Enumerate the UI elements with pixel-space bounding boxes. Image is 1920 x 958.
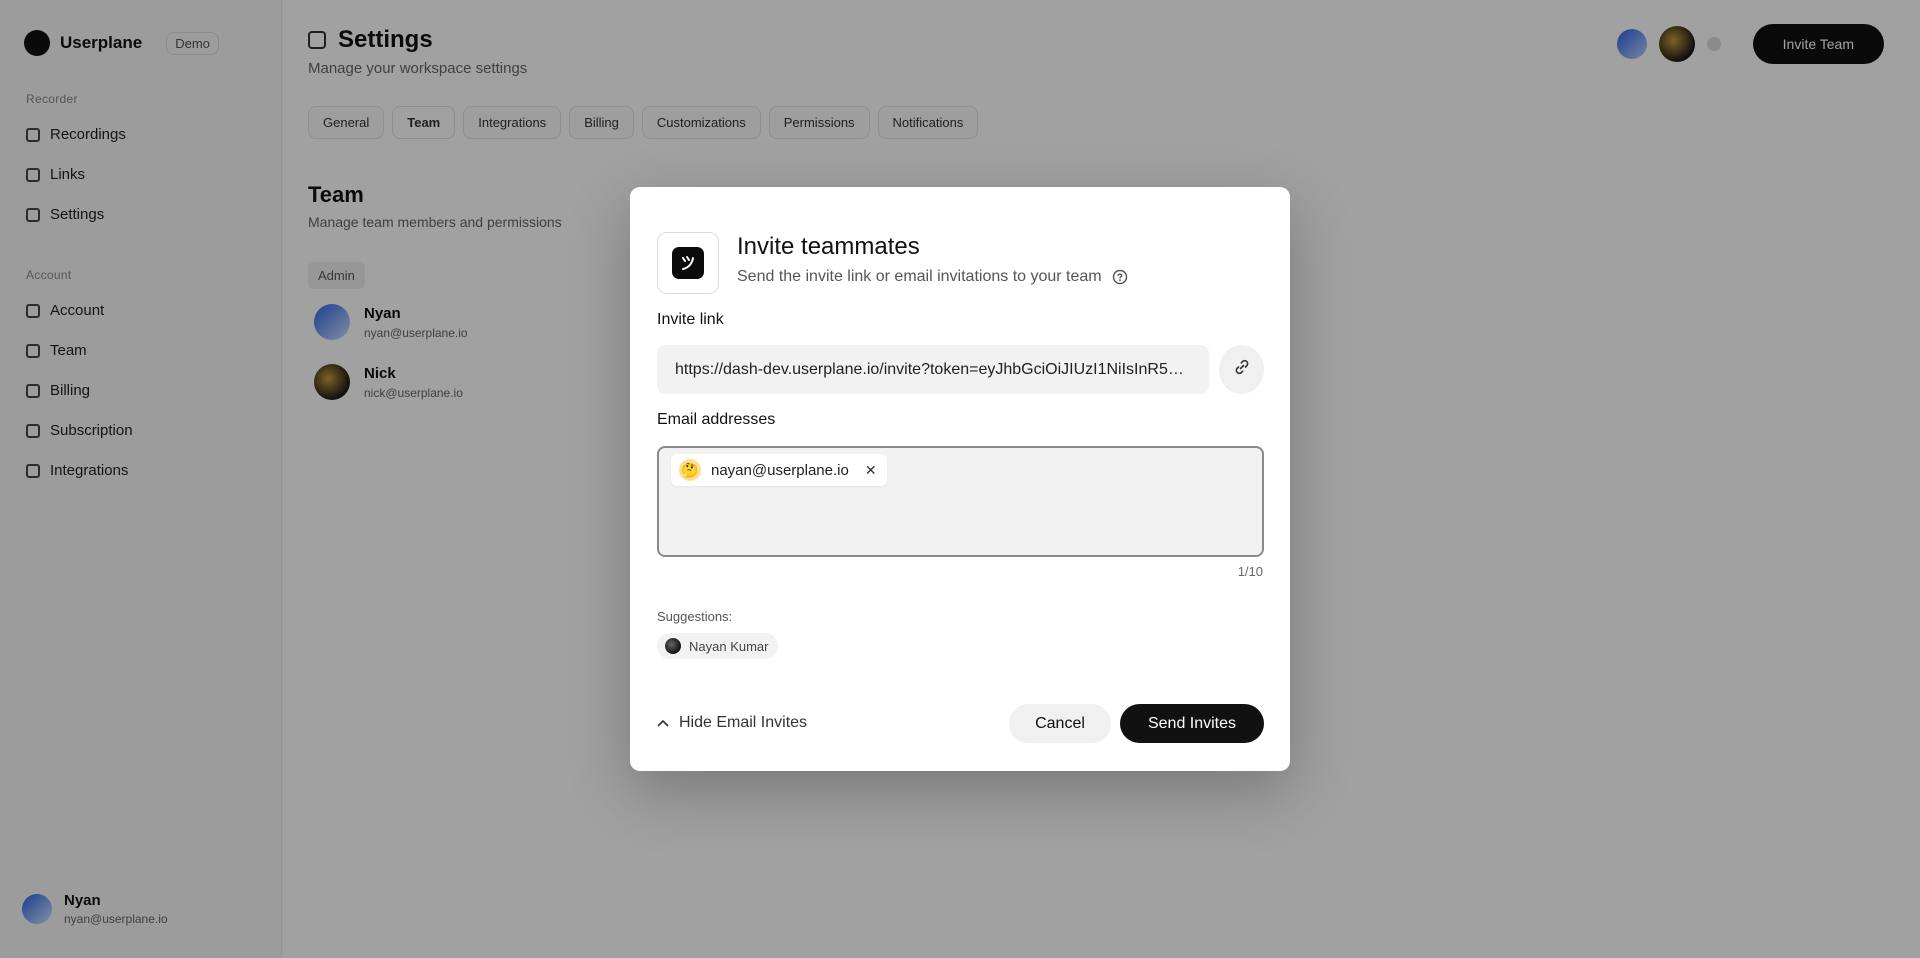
suggestion-name: Nayan Kumar [689, 638, 769, 654]
hide-email-invites-label: Hide Email Invites [679, 714, 808, 731]
modal-subtitle-text: Send the invite link or email invitation… [737, 268, 1102, 285]
close-icon[interactable]: ✕ [865, 462, 877, 479]
invite-link-label: Invite link [657, 311, 724, 328]
invite-modal: Invite teammates Send the invite link or… [630, 187, 1290, 771]
email-addresses-label: Email addresses [657, 411, 776, 428]
email-chip: 🤔 nayan@userplane.io ✕ [671, 454, 887, 486]
modal-subtitle: Send the invite link or email invitation… [737, 268, 1128, 286]
send-invites-button[interactable]: Send Invites [1120, 704, 1264, 743]
userplane-logo-icon [672, 247, 704, 279]
help-circle-icon[interactable] [1112, 269, 1128, 285]
suggestions-label: Suggestions: [657, 609, 733, 624]
copy-link-button[interactable] [1219, 345, 1264, 394]
suggestion-chip[interactable]: Nayan Kumar [657, 633, 779, 659]
invite-link-field[interactable]: https://dash-dev.userplane.io/invite?tok… [657, 345, 1209, 394]
invite-link-value: https://dash-dev.userplane.io/invite?tok… [675, 360, 1191, 378]
email-chip-text: nayan@userplane.io [711, 461, 849, 479]
avatar [665, 638, 681, 654]
modal-title: Invite teammates [737, 233, 920, 260]
hide-email-invites-toggle[interactable]: Hide Email Invites [657, 714, 807, 732]
email-input[interactable]: 🤔 nayan@userplane.io ✕ [657, 446, 1264, 557]
link-icon [1233, 358, 1251, 381]
chevron-up-icon [657, 714, 669, 732]
email-chip-emoji: 🤔 [679, 459, 701, 481]
cancel-button[interactable]: Cancel [1009, 704, 1111, 743]
app-logo [657, 232, 719, 294]
email-counter: 1/10 [1237, 564, 1263, 579]
